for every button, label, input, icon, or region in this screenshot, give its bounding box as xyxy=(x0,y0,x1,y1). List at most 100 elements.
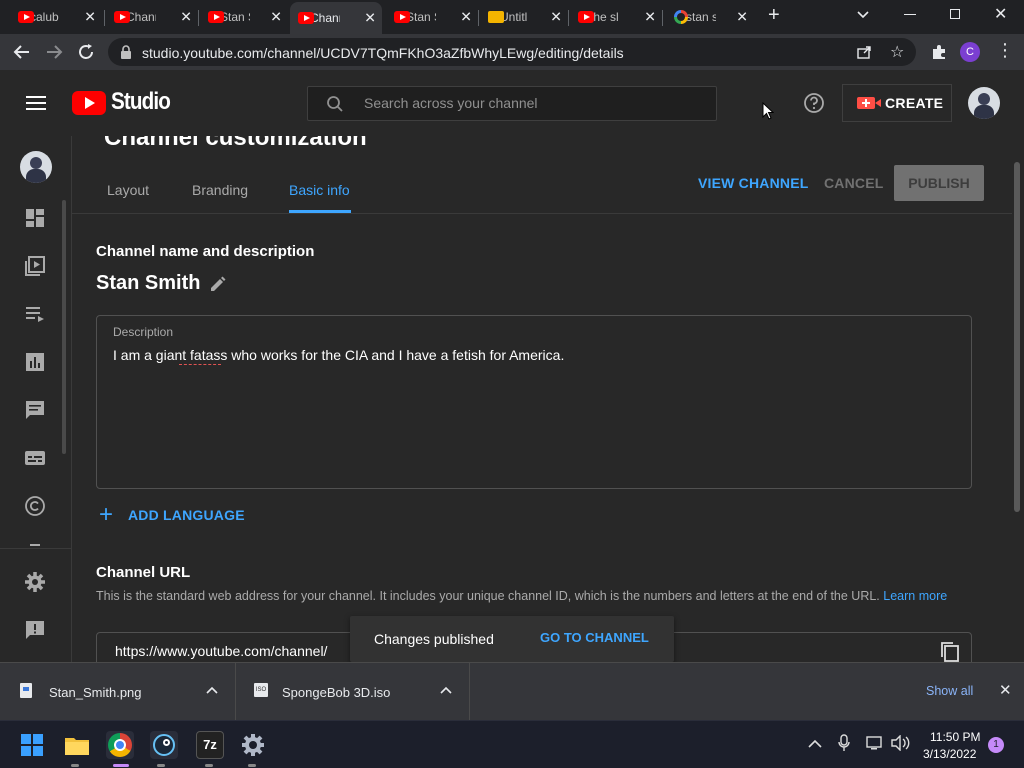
tab-separator xyxy=(198,10,199,26)
close-icon[interactable]: ✕ xyxy=(644,9,656,26)
copy-icon[interactable] xyxy=(939,641,961,662)
sidebar-scrollbar[interactable] xyxy=(62,200,66,454)
close-icon[interactable]: ✕ xyxy=(550,9,562,26)
network-icon[interactable] xyxy=(866,735,884,751)
bookmark-star-icon[interactable]: ☆ xyxy=(890,42,904,62)
main-scrollbar[interactable] xyxy=(1012,136,1024,662)
restore-icon[interactable] xyxy=(950,9,960,19)
profile-avatar[interactable]: C xyxy=(960,42,980,62)
close-icon[interactable]: ✕ xyxy=(270,9,282,26)
channel-url-title: Channel URL xyxy=(96,564,191,581)
tab-search-chevron-icon[interactable] xyxy=(856,8,870,22)
close-icon[interactable]: ✕ xyxy=(84,9,96,26)
windows-start-icon[interactable] xyxy=(21,734,43,756)
close-icon[interactable]: ✕ xyxy=(736,9,748,26)
seven-zip-icon[interactable]: 7z xyxy=(196,731,224,759)
browser-tab-2[interactable]: Chann ✕ xyxy=(106,4,198,30)
address-bar[interactable]: studio.youtube.com/channel/UCDV7TQmFKhO3… xyxy=(108,38,916,66)
download-item[interactable]: Stan_Smith.png xyxy=(0,663,236,721)
lock-icon[interactable] xyxy=(120,44,132,60)
browser-toolbar: studio.youtube.com/channel/UCDV7TQmFKhO3… xyxy=(0,34,1024,70)
go-to-channel-button[interactable]: GO TO CHANNEL xyxy=(540,630,649,645)
youtube-logo-icon[interactable] xyxy=(72,91,106,115)
settings-app-icon[interactable] xyxy=(239,731,267,759)
create-button[interactable]: CREATE xyxy=(842,84,952,122)
youtube-icon xyxy=(114,11,130,23)
browser-tab-4-active[interactable]: Chann ✕ xyxy=(290,2,382,34)
back-arrow-icon[interactable] xyxy=(12,42,32,62)
running-indicator xyxy=(248,764,256,767)
browser-tab-5[interactable]: Stan S ✕ xyxy=(386,4,478,30)
close-icon[interactable]: ✕ xyxy=(180,9,192,26)
running-indicator xyxy=(157,764,165,767)
minimize-icon[interactable] xyxy=(904,14,916,15)
channel-avatar[interactable] xyxy=(20,151,52,183)
description-field[interactable]: Description I am a giant fatass who work… xyxy=(96,315,972,489)
file-explorer-icon[interactable] xyxy=(63,731,91,759)
add-language-button[interactable]: ADD LANGUAGE xyxy=(128,507,245,523)
channel-name: Stan Smith xyxy=(96,272,201,294)
tab-basic-info[interactable]: Basic info xyxy=(289,182,350,198)
search-box[interactable] xyxy=(307,86,717,121)
reload-icon[interactable] xyxy=(76,42,96,62)
help-icon[interactable] xyxy=(803,92,825,114)
url-text: studio.youtube.com/channel/UCDV7TQmFKhO3… xyxy=(142,45,624,61)
content-icon[interactable] xyxy=(24,255,48,279)
subtitles-icon[interactable] xyxy=(24,447,48,471)
playlists-icon[interactable] xyxy=(24,303,48,327)
extensions-puzzle-icon[interactable] xyxy=(930,43,948,61)
hamburger-menu-icon[interactable] xyxy=(26,96,46,110)
create-button-label: CREATE xyxy=(885,95,944,111)
tab-layout[interactable]: Layout xyxy=(107,182,149,198)
scrollbar-thumb[interactable] xyxy=(1014,162,1020,512)
microphone-icon[interactable] xyxy=(838,734,850,752)
download-item[interactable]: ISO SpongeBob 3D.iso xyxy=(236,663,470,721)
clock-time[interactable]: 11:50 PM xyxy=(930,730,980,744)
publish-button[interactable]: PUBLISH xyxy=(894,165,984,201)
steam-icon[interactable] xyxy=(150,731,178,759)
feedback-icon[interactable] xyxy=(24,619,48,643)
browser-menu-kebab-icon[interactable]: ⋮ xyxy=(996,40,1014,61)
tab-title: calub xyxy=(30,10,59,24)
show-all-downloads-link[interactable]: Show all xyxy=(926,684,973,698)
browser-tab-8[interactable]: stan s ✕ xyxy=(666,4,754,30)
account-avatar[interactable] xyxy=(968,87,1000,119)
close-shelf-icon[interactable]: ✕ xyxy=(999,681,1012,699)
browser-tab-6[interactable]: Untitl ✕ xyxy=(480,4,568,30)
settings-gear-icon[interactable] xyxy=(24,571,48,595)
tabs-divider xyxy=(72,213,1012,214)
running-indicator xyxy=(71,764,79,767)
browser-tab-7[interactable]: the sl ✕ xyxy=(570,4,662,30)
analytics-icon[interactable] xyxy=(24,351,48,375)
tray-chevron-up-icon[interactable] xyxy=(808,738,822,748)
clock-date[interactable]: 3/13/2022 xyxy=(923,747,976,761)
view-channel-button[interactable]: VIEW CHANNEL xyxy=(698,175,809,191)
channel-url-value[interactable]: https://www.youtube.com/channel/ xyxy=(115,643,327,659)
dashboard-icon[interactable] xyxy=(24,207,48,231)
new-tab-icon[interactable]: + xyxy=(768,4,780,27)
close-icon[interactable]: ✕ xyxy=(460,9,472,26)
close-icon[interactable]: ✕ xyxy=(364,10,376,27)
description-text[interactable]: I am a giant fatass who works for the CI… xyxy=(113,347,564,363)
studio-logo-text[interactable]: Studio xyxy=(111,88,171,116)
add-icon[interactable]: + xyxy=(99,503,113,527)
forward-arrow-icon[interactable] xyxy=(44,42,64,62)
notification-badge[interactable]: 1 xyxy=(988,737,1004,753)
cancel-button[interactable]: CANCEL xyxy=(824,175,884,191)
volume-icon[interactable] xyxy=(890,735,910,751)
search-input[interactable] xyxy=(364,95,684,111)
learn-more-link[interactable]: Learn more xyxy=(883,589,947,603)
browser-tab-3[interactable]: Stan S ✕ xyxy=(200,4,288,30)
comments-icon[interactable] xyxy=(24,399,48,423)
window-close-icon[interactable]: ✕ xyxy=(994,4,1007,24)
chevron-up-icon[interactable] xyxy=(440,685,452,695)
browser-tab-1[interactable]: calub ✕ xyxy=(10,4,102,30)
tab-title: stan s xyxy=(686,10,716,24)
tab-branding[interactable]: Branding xyxy=(192,182,248,198)
share-icon[interactable] xyxy=(856,44,872,60)
chrome-icon[interactable] xyxy=(106,731,134,759)
edit-pencil-icon[interactable] xyxy=(208,274,228,294)
chevron-up-icon[interactable] xyxy=(206,685,218,695)
copyright-icon[interactable] xyxy=(24,495,48,519)
tab-title: Chann xyxy=(126,10,156,24)
